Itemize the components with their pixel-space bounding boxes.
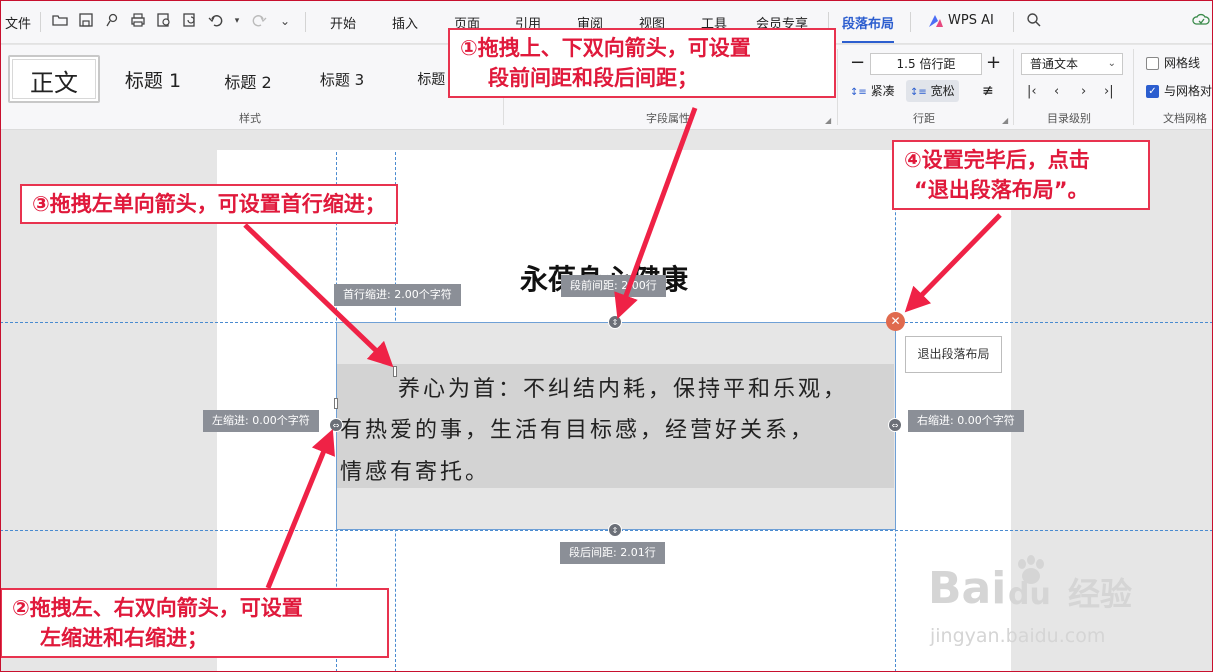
arrow-to-left-indent — [265, 429, 335, 589]
callout-4-line-2: “退出段落布局”。 — [914, 178, 1089, 202]
annotation-arrows — [243, 107, 1002, 589]
callout-first-indent: ③拖拽左单向箭头，可设置首行缩进； — [20, 184, 398, 224]
callout-1-line-2: 段前间距和段后间距； — [488, 66, 698, 90]
callout-left-right-indent: ②拖拽左、右双向箭头，可设置 左缩进和右缩进； — [0, 588, 389, 658]
arrow-to-close — [904, 213, 1002, 313]
callout-1-line-1: ①拖拽上、下双向箭头，可设置 — [460, 36, 751, 60]
callout-2-line-2: 左缩进和右缩进； — [40, 626, 208, 650]
callout-3-text: ③拖拽左单向箭头，可设置首行缩进； — [32, 192, 386, 216]
arrow-to-space-before — [614, 107, 698, 320]
callout-2-line-1: ②拖拽左、右双向箭头，可设置 — [12, 596, 303, 620]
callout-4-line-1: ④设置完毕后，点击 — [904, 148, 1090, 172]
arrow-to-first-indent — [243, 223, 394, 368]
callout-exit: ④设置完毕后，点击 “退出段落布局”。 — [892, 140, 1150, 210]
callout-space-spacing: ①拖拽上、下双向箭头，可设置 段前间距和段后间距； — [448, 28, 836, 98]
